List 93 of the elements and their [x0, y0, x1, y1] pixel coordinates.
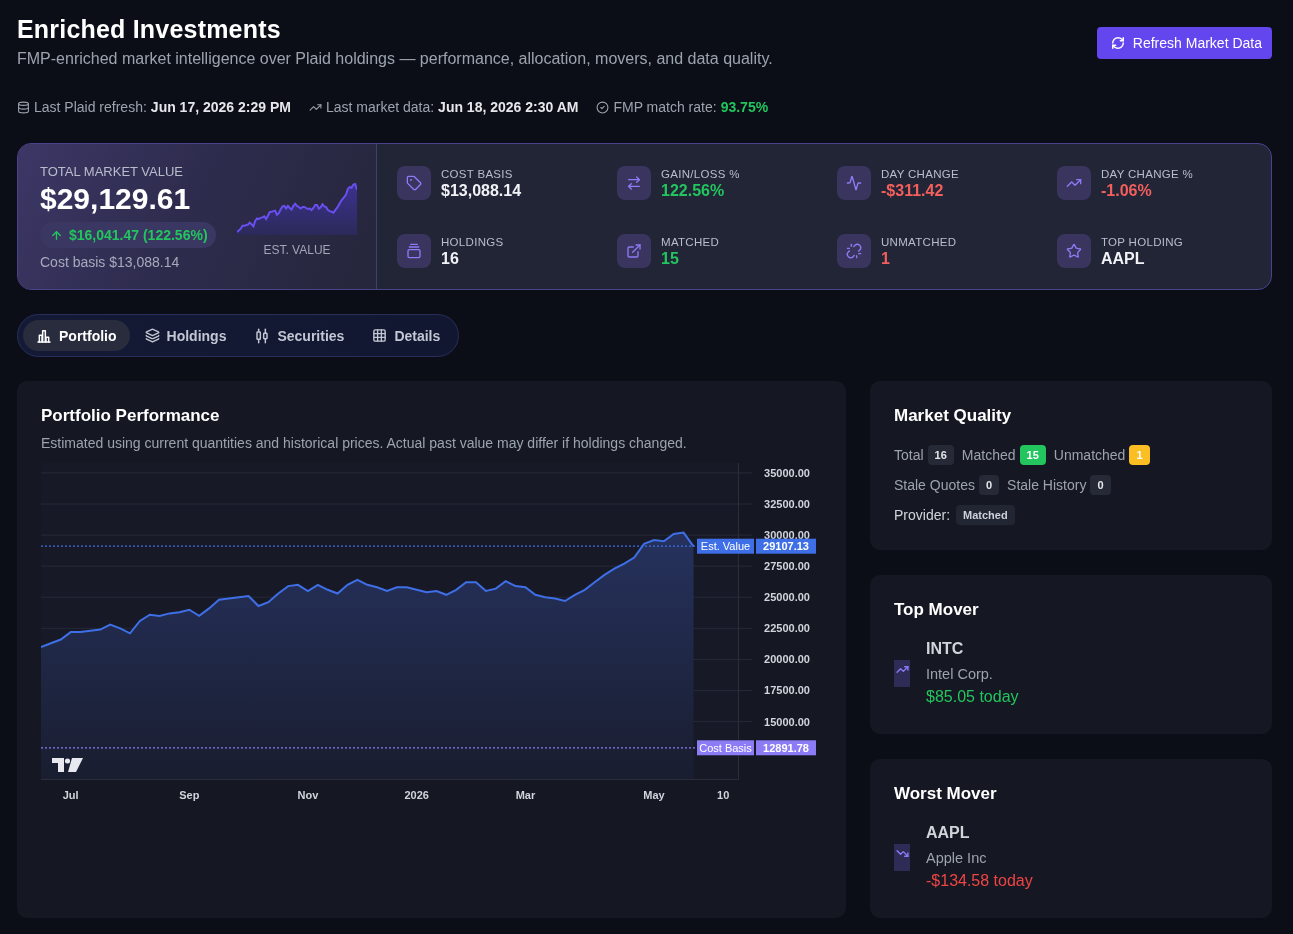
card-title: Market Quality [894, 406, 1013, 426]
grid-icon [372, 328, 388, 343]
layers-icon [144, 328, 160, 343]
chart-logo-icon [52, 758, 83, 772]
metric-value: -$311.42 [881, 180, 944, 200]
change-pill: $16,041.47 (122.56%) [40, 222, 216, 248]
meta-value: 93.75% [720, 99, 769, 115]
axis-label: May [643, 789, 665, 801]
price-line-label: Est. Value [697, 538, 754, 554]
ticker-symbol: INTC [926, 639, 964, 659]
page-title: Enriched Investments [17, 14, 282, 44]
check-circle-icon [596, 100, 610, 114]
refresh-button[interactable]: Refresh Market Data [1096, 27, 1272, 59]
metric-label: DAY CHANGE [881, 166, 959, 181]
meta-value: Jun 18, 2026 2:30 AM [438, 99, 579, 115]
axis-label: 22500.00 [764, 622, 810, 635]
metric-value: -1.06% [1101, 180, 1152, 200]
metric-value: 16 [441, 248, 459, 268]
count-badge: 16 [927, 445, 954, 465]
company-name: Apple Inc [926, 849, 987, 867]
provider-label: Provider: [894, 506, 951, 525]
count-badge: 15 [1019, 445, 1046, 465]
metric-label: DAY CHANGE % [1101, 166, 1193, 181]
axis-label: 35000.00 [764, 466, 810, 479]
axis-label: Mar [515, 789, 536, 801]
trend-up-icon [1057, 166, 1091, 200]
chart-note: Estimated using current quantities and historical prices. Actual past value may differ if holdings changed. [41, 434, 688, 452]
tab[interactable]: Securities [241, 320, 358, 351]
broken-link-icon [837, 234, 871, 268]
candlestick-icon [254, 327, 271, 344]
swap-arrows-icon [617, 166, 651, 200]
axis-label: 27500.00 [764, 560, 810, 573]
tab[interactable]: Details [359, 320, 454, 351]
axis-label: 10 [717, 789, 730, 801]
trend-down-icon [894, 843, 910, 871]
axis-label: 2026 [404, 789, 429, 801]
metric-value: AAPL [1101, 248, 1145, 268]
company-name: Intel Corp. [926, 665, 993, 683]
total-label: TOTAL MARKET VALUE [40, 164, 185, 180]
quality-label: Total [894, 446, 924, 465]
tab[interactable]: Portfolio [23, 320, 130, 351]
quality-label: Stale Quotes [894, 476, 975, 495]
axis-label: 17500.00 [764, 684, 810, 697]
quality-label: Stale History [1007, 476, 1087, 495]
meta-value: Jun 17, 2026 2:29 PM [150, 99, 291, 115]
metric-label: HOLDINGS [441, 234, 504, 249]
tag-icon [397, 166, 431, 200]
quality-label: Matched [961, 446, 1016, 465]
database-icon [17, 100, 30, 114]
card-title: Worst Mover [894, 784, 998, 804]
axis-label: Jul [62, 789, 79, 801]
metric-label: TOP HOLDING [1101, 234, 1184, 249]
axis-label: 32500.00 [764, 498, 810, 510]
price-change: $85.05 today [926, 687, 1019, 707]
axis-label: Nov [297, 789, 319, 801]
metric-value: 122.56% [661, 180, 725, 200]
trend-up-icon [894, 659, 910, 687]
sparkline-label: EST. VALUE [263, 243, 331, 257]
count-badge: 1 [1129, 445, 1150, 465]
bar-chart-icon [36, 327, 52, 344]
axis-label: 20000.00 [764, 653, 810, 666]
quality-label: Unmatched [1053, 446, 1126, 465]
total-value: $29,129.61 [40, 182, 192, 216]
metric-label: MATCHED [661, 234, 720, 249]
metric-value: $13,088.14 [441, 180, 522, 200]
metric-value: 1 [881, 248, 890, 268]
external-link-icon [617, 234, 651, 268]
stack-icon [397, 234, 431, 268]
count-badge: 0 [1090, 475, 1111, 495]
metric-label: COST BASIS [441, 166, 513, 181]
meta-label: Last Plaid refresh: [34, 99, 147, 115]
meta-label: Last market data: [325, 99, 435, 115]
price-value-label: 29107.13 [756, 538, 816, 554]
metric-label: GAIN/LOSS % [661, 166, 740, 181]
card-title: Top Mover [894, 600, 980, 620]
pulse-icon [837, 166, 871, 200]
price-change: -$134.58 today [926, 871, 1033, 891]
metric-label: UNMATCHED [881, 234, 957, 249]
axis-label: Sep [179, 789, 200, 801]
metric-value: 15 [661, 248, 679, 268]
refresh-icon [1110, 36, 1125, 50]
ticker-symbol: AAPL [926, 823, 970, 843]
price-line-label: Cost Basis [697, 740, 754, 756]
provider-badge: Matched [956, 505, 1015, 525]
card-title: Portfolio Performance [41, 406, 221, 426]
tab[interactable]: Holdings [131, 320, 240, 351]
price-value-label: 12891.78 [756, 740, 816, 756]
axis-label: 15000.00 [764, 715, 810, 728]
page-subtitle: FMP-enriched market intelligence over Plaid holdings — performance, allocation, movers, and data quality. [17, 49, 773, 69]
axis-label: 25000.00 [764, 591, 810, 604]
meta-label: FMP match rate: [613, 99, 717, 115]
count-badge: 0 [978, 475, 1000, 495]
cost-basis-text: Cost basis $13,088.14 [40, 254, 181, 270]
